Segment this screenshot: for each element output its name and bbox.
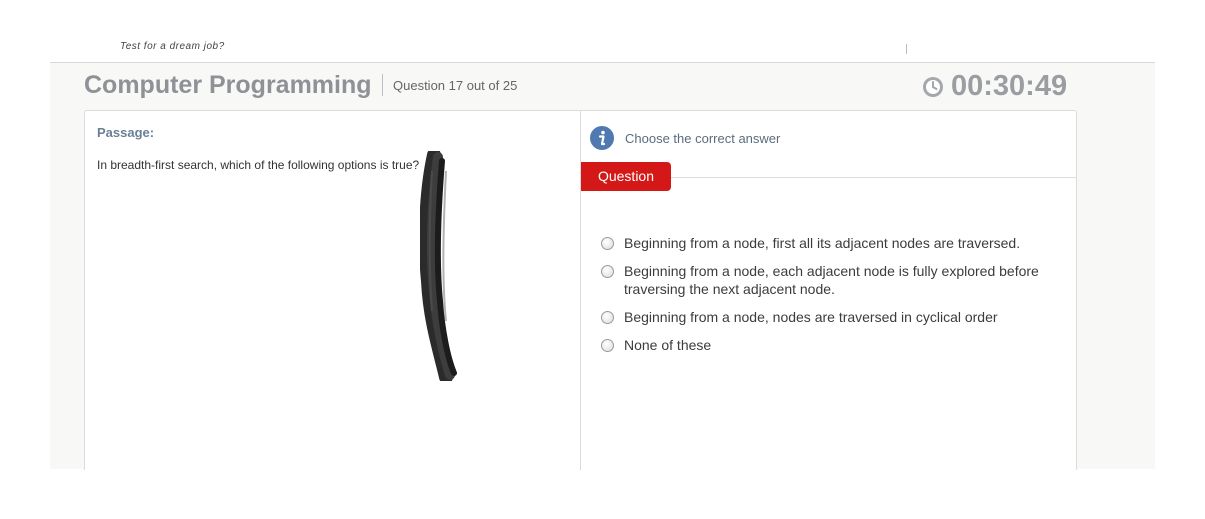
countdown-timer: 00:30:49 <box>922 70 1067 103</box>
radio-button[interactable] <box>601 339 614 352</box>
question-tab[interactable]: Question <box>581 162 671 191</box>
radio-button[interactable] <box>601 265 614 278</box>
answer-panel: Choose the correct answer Question Begin… <box>581 111 1076 470</box>
timer-value: 00:30:49 <box>951 70 1068 102</box>
info-icon <box>590 126 614 150</box>
answer-option-label: Beginning from a node, nodes are travers… <box>624 309 998 325</box>
header-divider <box>906 44 907 54</box>
header-tagline: Test for a dream job? <box>120 41 225 52</box>
instruction-text: Choose the correct answer <box>625 131 781 146</box>
top-header-strip: Test for a dream job? <box>50 0 1155 63</box>
answer-option-label: None of these <box>624 337 712 353</box>
passage-text: In breadth-first search, which of the fo… <box>97 158 420 172</box>
clock-icon <box>923 76 943 97</box>
answer-option[interactable]: Beginning from a node, each adjacent nod… <box>601 262 1056 298</box>
question-counter: Question 17 out of 25 <box>393 78 518 93</box>
radio-button[interactable] <box>601 237 614 250</box>
answer-option-label: Beginning from a node, each adjacent nod… <box>624 263 1039 297</box>
answer-option[interactable]: Beginning from a node, first all its adj… <box>601 234 1056 252</box>
test-container: Computer Programming Question 17 out of … <box>50 63 1155 470</box>
title-divider <box>382 74 383 96</box>
question-card: Passage: In breadth-first search, which … <box>84 110 1077 470</box>
answer-option[interactable]: None of these <box>601 336 1056 354</box>
passage-panel: Passage: In breadth-first search, which … <box>85 111 581 470</box>
answer-options: Beginning from a node, first all its adj… <box>601 234 1056 364</box>
answer-option[interactable]: Beginning from a node, nodes are travers… <box>601 308 1056 326</box>
radio-button[interactable] <box>601 311 614 324</box>
pen-scribble-mark <box>420 151 457 381</box>
answer-option-label: Beginning from a node, first all its adj… <box>624 235 1021 251</box>
test-title: Computer Programming <box>84 71 372 99</box>
passage-label: Passage: <box>97 125 155 140</box>
